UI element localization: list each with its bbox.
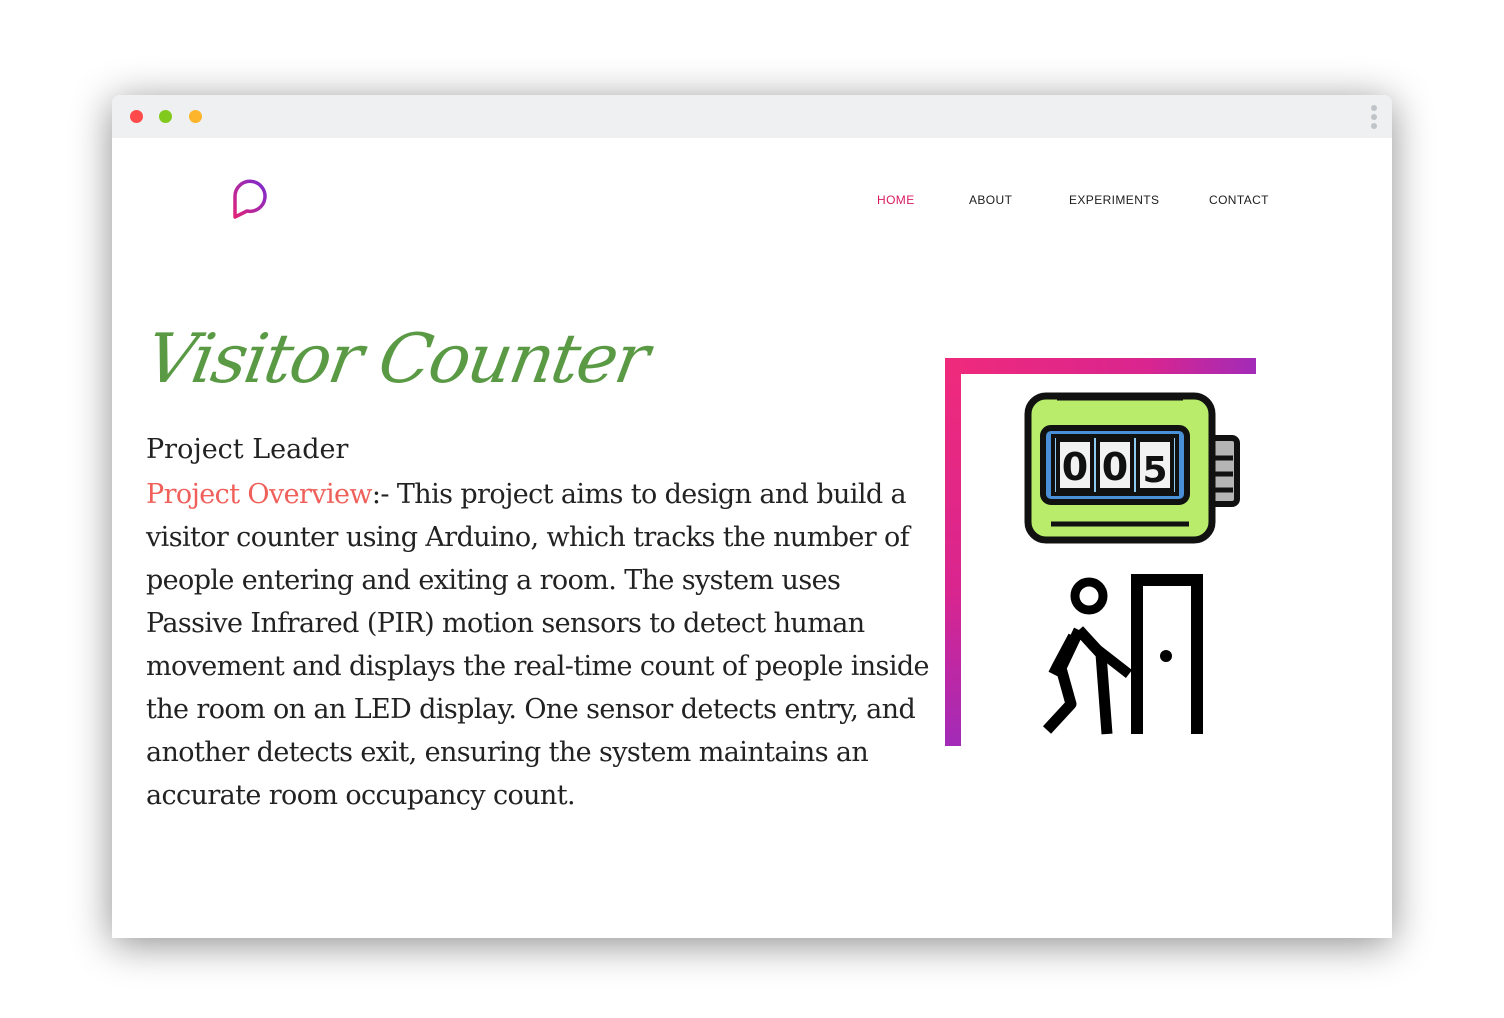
- project-leader-label: Project Leader: [146, 434, 349, 465]
- browser-window: HOME ABOUT EXPERIMENTS CONTACT Visitor C…: [112, 95, 1392, 938]
- project-overview-paragraph: Project Overview:- This project aims to …: [146, 473, 936, 817]
- nav-experiments-link[interactable]: EXPERIMENTS: [1069, 193, 1159, 207]
- nav-about-link[interactable]: ABOUT: [969, 193, 1012, 207]
- page-title: Visitor Counter: [140, 320, 654, 399]
- counter-digit-2: 0: [1102, 445, 1128, 489]
- visitor-counter-svg: 0 0 5: [1024, 392, 1240, 735]
- window-titlebar: [112, 95, 1392, 138]
- mechanical-counter-icon: 0 0 5: [1024, 392, 1240, 544]
- maximize-window-button[interactable]: [189, 110, 202, 123]
- person-walking-through-door-icon: [1042, 574, 1203, 735]
- nav-home-link[interactable]: HOME: [877, 193, 915, 207]
- counter-digit-1: 0: [1062, 445, 1088, 489]
- kebab-menu-icon[interactable]: [1370, 105, 1378, 129]
- project-overview-text: :- This project aims to design and build…: [146, 479, 930, 811]
- minimize-window-button[interactable]: [159, 110, 172, 123]
- close-window-button[interactable]: [130, 110, 143, 123]
- counter-digit-3: 5: [1142, 450, 1167, 491]
- image-frame-top-border: [945, 358, 1256, 374]
- project-overview-label: Project Overview: [146, 479, 372, 510]
- image-frame-left-border: [945, 358, 961, 746]
- nav-contact-link[interactable]: CONTACT: [1209, 193, 1269, 207]
- main-navigation: HOME ABOUT EXPERIMENTS CONTACT: [112, 193, 1392, 213]
- visitor-counter-illustration: 0 0 5: [961, 374, 1271, 759]
